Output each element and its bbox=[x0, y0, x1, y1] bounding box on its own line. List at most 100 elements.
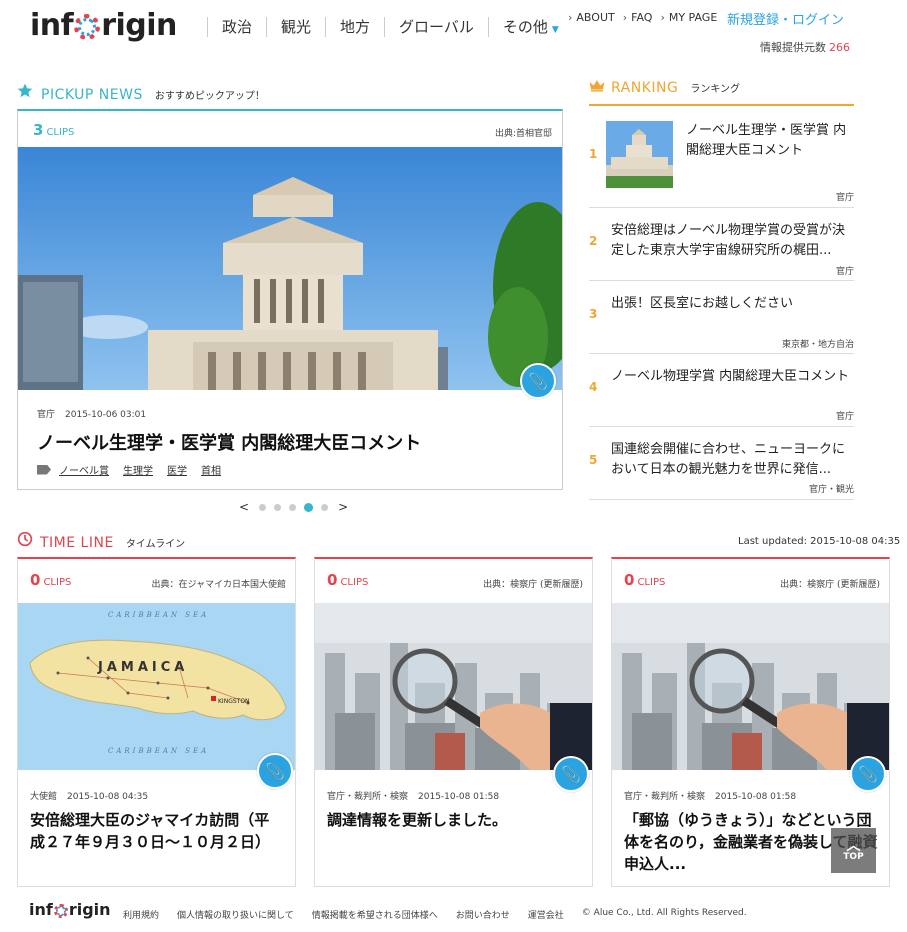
card-meta: 大使館 2015-10-08 04:35 bbox=[30, 789, 148, 802]
pager-dot[interactable] bbox=[321, 503, 329, 511]
rank-text: 国連総会開催に合わせ、ニューヨークにおいて日本の観光魅力を世界に発信... bbox=[611, 442, 846, 477]
logo[interactable]: inf rigin bbox=[30, 8, 177, 43]
rank-number: 1 bbox=[589, 147, 598, 161]
prev-arrow[interactable]: < bbox=[239, 500, 249, 514]
paperclip-icon: 📎 bbox=[265, 761, 285, 781]
next-arrow[interactable]: > bbox=[338, 500, 348, 514]
ranking-item[interactable]: 4 ノーベル物理学賞 内閣総理大臣コメント 官庁 bbox=[589, 354, 854, 427]
pager-dot-active[interactable] bbox=[304, 502, 314, 512]
city-magnifier-photo bbox=[315, 603, 592, 770]
logo-ring-icon bbox=[53, 903, 68, 918]
crown-icon bbox=[589, 80, 605, 92]
card-date: 2015-10-08 04:35 bbox=[67, 792, 149, 802]
ranking-divider bbox=[589, 104, 854, 106]
footer-logo-left: inf bbox=[29, 900, 53, 919]
clip-button[interactable]: 📎 bbox=[850, 756, 886, 792]
timeline-card[interactable]: 0 CLIPS 出典：検察庁 (更新履歴) 📎 官庁・裁判所・検察 2015-10-… bbox=[314, 557, 593, 887]
nav-regional[interactable]: 地方 bbox=[325, 17, 384, 37]
star-icon bbox=[17, 83, 33, 98]
clips-count: 0 CLIPS bbox=[327, 571, 368, 589]
footer-link-contact[interactable]: お問い合わせ bbox=[456, 908, 510, 921]
pickup-header: PICKUP NEWS おすすめピックアップ！ bbox=[17, 83, 265, 103]
back-to-top-button[interactable]: ︿ TOP bbox=[831, 828, 876, 873]
card-image[interactable] bbox=[315, 603, 592, 770]
info-count-value: 266 bbox=[829, 41, 850, 54]
clips-count: 0 CLIPS bbox=[30, 571, 71, 589]
clip-button[interactable]: 📎 bbox=[257, 753, 293, 789]
clips-number: 0 bbox=[624, 571, 635, 589]
card-meta: 官庁・裁判所・検察 2015-10-08 01:58 bbox=[327, 789, 499, 802]
ranking-item[interactable]: 3 出張！区長室にお越しください 東京都・地方自治 bbox=[589, 281, 854, 354]
tag-link[interactable]: 生理学 bbox=[123, 462, 153, 477]
pickup-category: 官庁 bbox=[37, 410, 56, 420]
mypage-link[interactable]: MY PAGE bbox=[660, 11, 717, 24]
card-source: 出典：検察庁 (更新履歴) bbox=[780, 580, 880, 590]
clip-button[interactable]: 📎 bbox=[520, 363, 556, 399]
pickup-card[interactable]: 3 CLIPS 出典:首相官邸 📎 官庁 2015-10-06 03:01 ノーベル bbox=[17, 109, 563, 490]
clips-label: CLIPS bbox=[340, 577, 369, 588]
card-date: 2015-10-08 01:58 bbox=[418, 792, 500, 802]
city-magnifier-photo bbox=[612, 603, 889, 770]
ranking-item[interactable]: 1 ノーベル生理学・医学賞 内閣総理大臣コメント 官庁 bbox=[589, 107, 854, 208]
timeline-card[interactable]: 0 CLIPS 出典：在ジャマイカ日本国大使館 JAMAICA KINGSTON … bbox=[17, 557, 296, 887]
chevron-up-icon: ︿ bbox=[846, 837, 861, 854]
diet-building-thumb bbox=[606, 121, 673, 188]
register-login-link[interactable]: 新規登録・ログイン bbox=[727, 9, 844, 28]
card-category: 大使館 bbox=[30, 792, 58, 802]
footer-logo[interactable]: inf rigin bbox=[29, 900, 111, 919]
paperclip-icon: 📎 bbox=[561, 764, 581, 784]
clips-number: 0 bbox=[327, 571, 338, 589]
card-category: 官庁・裁判所・検察 bbox=[624, 792, 706, 802]
card-image[interactable]: JAMAICA KINGSTON CARIBBEAN SEA CARIBBEAN… bbox=[18, 603, 295, 770]
clock-icon bbox=[17, 531, 33, 547]
pager-dot[interactable] bbox=[259, 503, 267, 511]
card-image[interactable] bbox=[612, 603, 889, 770]
nav-other[interactable]: その他 ▼ bbox=[487, 17, 573, 37]
top-label: TOP bbox=[843, 851, 864, 862]
map-sea-label-bottom: CARIBBEAN SEA bbox=[108, 747, 209, 755]
nav-politics[interactable]: 政治 bbox=[207, 17, 266, 37]
pickup-meta: 官庁 2015-10-06 03:01 bbox=[37, 407, 146, 420]
pickup-headline[interactable]: ノーベル生理学・医学賞 内閣総理大臣コメント bbox=[37, 429, 421, 455]
ranking-item[interactable]: 2 安倍総理はノーベル物理学賞の受賞が決定した東京大学宇宙線研究所の梶田... … bbox=[589, 208, 854, 281]
nav-tourism[interactable]: 観光 bbox=[266, 17, 325, 37]
rank-number: 3 bbox=[589, 307, 598, 321]
pager-dot[interactable] bbox=[289, 503, 297, 511]
info-count-label: 情報提供元数 bbox=[760, 41, 826, 54]
card-meta: 官庁・裁判所・検察 2015-10-08 01:58 bbox=[624, 789, 796, 802]
map-country-label: JAMAICA bbox=[97, 660, 188, 675]
pager-dot[interactable] bbox=[274, 503, 282, 511]
footer-link-privacy[interactable]: 個人情報の取り扱いに関して bbox=[177, 908, 294, 921]
clip-button[interactable]: 📎 bbox=[553, 756, 589, 792]
clips-count: 0 CLIPS bbox=[624, 571, 665, 589]
pickup-source: 出典:首相官邸 bbox=[494, 129, 552, 139]
ranking-item[interactable]: 5 国連総会開催に合わせ、ニューヨークにおいて日本の観光魅力を世界に発信... … bbox=[589, 427, 854, 500]
tag-link[interactable]: 首相 bbox=[201, 462, 221, 477]
footer-links: 利用規約 個人情報の取り扱いに関して 情報掲載を希望される団体様へ お問い合わせ… bbox=[123, 908, 765, 921]
rank-number: 5 bbox=[589, 453, 598, 467]
rank-text: 出張！区長室にお越しください bbox=[611, 296, 794, 311]
tag-link[interactable]: 医学 bbox=[167, 462, 187, 477]
ranking-subtitle: ランキング bbox=[690, 84, 741, 95]
card-title[interactable]: 調達情報を更新しました。 bbox=[327, 809, 581, 831]
chevron-down-icon: ▼ bbox=[551, 25, 559, 35]
tag-link[interactable]: ノーベル賞 bbox=[59, 462, 109, 477]
footer-link-publishers[interactable]: 情報掲載を希望される団体様へ bbox=[312, 908, 438, 921]
last-updated: Last updated: 2015-10-08 04:35 bbox=[738, 536, 901, 547]
pickup-image[interactable] bbox=[18, 147, 562, 390]
footer-link-terms[interactable]: 利用規約 bbox=[123, 908, 159, 921]
pickup-title: PICKUP NEWS bbox=[41, 87, 143, 103]
faq-link[interactable]: FAQ bbox=[623, 11, 652, 24]
timeline-subtitle: タイムライン bbox=[125, 539, 186, 550]
card-title[interactable]: 安倍総理大臣のジャマイカ訪問（平成２７年９月３０日～１０月２日） bbox=[30, 809, 284, 853]
about-link[interactable]: ABOUT bbox=[568, 11, 614, 24]
header: inf rigin 政治 観光 地方 グローバル その他▼ ABOUT FAQ M… bbox=[0, 0, 907, 60]
clips-number: 0 bbox=[30, 571, 41, 589]
clips-label: CLIPS bbox=[637, 577, 666, 588]
tag-icon bbox=[37, 464, 51, 475]
footer-link-company[interactable]: 運営会社 bbox=[528, 908, 564, 921]
timeline-title: TIME LINE bbox=[40, 535, 114, 551]
rank-number: 4 bbox=[589, 380, 598, 394]
nav-global[interactable]: グローバル bbox=[384, 17, 488, 37]
map-sea-label-top: CARIBBEAN SEA bbox=[108, 611, 209, 619]
